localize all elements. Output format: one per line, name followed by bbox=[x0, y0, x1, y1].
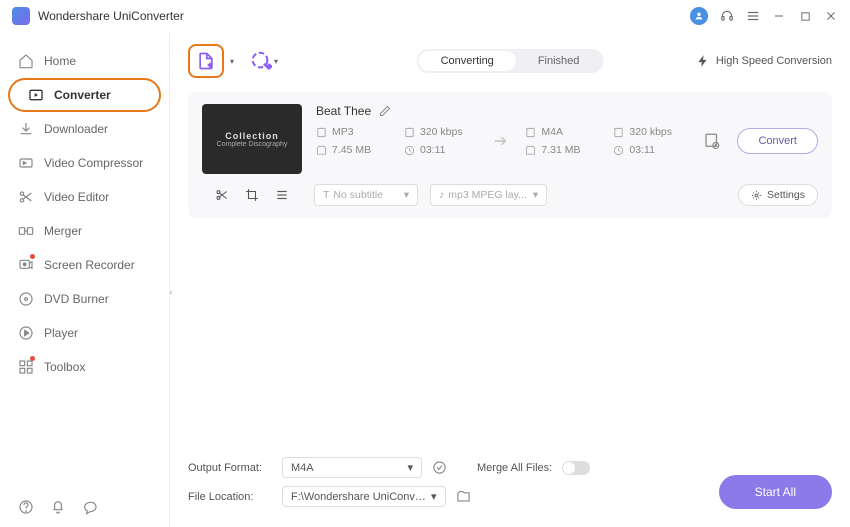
crop-icon[interactable] bbox=[245, 188, 259, 202]
sidebar-item-dvd[interactable]: DVD Burner bbox=[0, 282, 169, 316]
conversion-tabs: Converting Finished bbox=[417, 49, 604, 73]
file-card: Collection Complete Discography Beat The… bbox=[188, 92, 832, 218]
sidebar-item-label: Downloader bbox=[44, 122, 108, 136]
sidebar-item-converter[interactable]: Converter bbox=[8, 78, 161, 112]
home-icon bbox=[18, 53, 34, 69]
sidebar-item-label: Screen Recorder bbox=[44, 258, 135, 272]
add-url-dropdown[interactable]: ▾ bbox=[274, 57, 278, 66]
src-format: MP3 bbox=[316, 126, 388, 138]
titlebar: Wondershare UniConverter bbox=[0, 0, 850, 32]
notification-dot bbox=[30, 254, 35, 259]
menu-icon[interactable] bbox=[746, 9, 760, 23]
thumb-title: Collection bbox=[225, 131, 279, 141]
sidebar-item-compressor[interactable]: Video Compressor bbox=[0, 146, 169, 180]
sidebar-item-label: Home bbox=[44, 54, 76, 68]
tab-finished[interactable]: Finished bbox=[516, 51, 602, 71]
add-file-button[interactable] bbox=[188, 44, 224, 78]
gear-icon bbox=[751, 190, 762, 201]
toolbar: ▾ ▾ Converting Finished High Speed Conve… bbox=[188, 44, 832, 78]
main-panel: ▾ ▾ Converting Finished High Speed Conve… bbox=[170, 32, 850, 527]
app-logo bbox=[12, 7, 30, 25]
subtitle-icon: T bbox=[323, 189, 329, 201]
sidebar-item-home[interactable]: Home bbox=[0, 44, 169, 78]
bolt-icon bbox=[696, 54, 710, 68]
highspeed-label: High Speed Conversion bbox=[716, 55, 832, 67]
download-icon bbox=[18, 121, 34, 137]
file-thumbnail[interactable]: Collection Complete Discography bbox=[202, 104, 302, 174]
file-location-select[interactable]: F:\Wondershare UniConverter▾ bbox=[282, 486, 446, 507]
sidebar: Home Converter Downloader Video Compress… bbox=[0, 32, 170, 527]
add-url-button[interactable] bbox=[248, 48, 274, 74]
chevron-down-icon: ▾ bbox=[431, 490, 437, 503]
play-icon bbox=[18, 325, 34, 341]
src-size: 7.45 MB bbox=[316, 144, 388, 156]
minimize-button[interactable] bbox=[772, 9, 786, 23]
highspeed-toggle[interactable]: High Speed Conversion bbox=[696, 54, 832, 68]
output-format-select[interactable]: M4A▾ bbox=[282, 457, 422, 478]
thumb-subtitle: Complete Discography bbox=[217, 141, 288, 148]
tab-converting[interactable]: Converting bbox=[419, 51, 516, 71]
sidebar-item-label: Player bbox=[44, 326, 78, 340]
sidebar-item-label: Merger bbox=[44, 224, 82, 238]
maximize-button[interactable] bbox=[798, 9, 812, 23]
sidebar-item-recorder[interactable]: Screen Recorder bbox=[0, 248, 169, 282]
help-icon[interactable] bbox=[18, 499, 34, 515]
sidebar-item-toolbox[interactable]: Toolbox bbox=[0, 350, 169, 384]
sidebar-item-label: DVD Burner bbox=[44, 292, 109, 306]
dst-duration: 03:11 bbox=[613, 144, 685, 156]
add-file-icon bbox=[196, 51, 216, 71]
footer: Output Format: M4A▾ Merge All Files: Fil… bbox=[188, 457, 832, 515]
feedback-icon[interactable] bbox=[82, 499, 98, 515]
compressor-icon bbox=[18, 155, 34, 171]
chevron-down-icon: ▾ bbox=[407, 461, 413, 474]
file-settings-button[interactable]: Settings bbox=[738, 184, 818, 206]
convert-button[interactable]: Convert bbox=[737, 128, 818, 154]
preset-settings-icon[interactable] bbox=[703, 132, 721, 150]
sidebar-item-downloader[interactable]: Downloader bbox=[0, 112, 169, 146]
notification-dot bbox=[30, 356, 35, 361]
add-file-dropdown[interactable]: ▾ bbox=[230, 57, 234, 66]
sidebar-item-label: Converter bbox=[54, 88, 111, 102]
dst-bitrate: 320 kbps bbox=[613, 126, 685, 138]
edit-title-icon[interactable] bbox=[379, 105, 391, 117]
chevron-down-icon: ▾ bbox=[533, 189, 538, 201]
chevron-down-icon: ▾ bbox=[404, 189, 409, 201]
sidebar-item-label: Video Editor bbox=[44, 190, 109, 204]
merge-toggle[interactable] bbox=[562, 461, 590, 475]
recorder-icon bbox=[18, 257, 34, 273]
sidebar-item-editor[interactable]: Video Editor bbox=[0, 180, 169, 214]
grid-icon bbox=[18, 359, 34, 375]
trim-icon[interactable] bbox=[215, 188, 229, 202]
arrow-icon: ➔ bbox=[494, 131, 507, 151]
converter-icon bbox=[28, 87, 44, 103]
output-format-label: Output Format: bbox=[188, 462, 272, 474]
compress-output-icon[interactable] bbox=[432, 460, 447, 475]
app-title: Wondershare UniConverter bbox=[38, 9, 690, 23]
subtitle-select[interactable]: TNo subtitle ▾ bbox=[314, 184, 418, 206]
headset-icon[interactable] bbox=[720, 9, 734, 23]
disc-icon bbox=[18, 291, 34, 307]
file-location-label: File Location: bbox=[188, 491, 272, 503]
audio-track-select[interactable]: ♪mp3 MPEG lay... ▾ bbox=[430, 184, 547, 206]
start-all-button[interactable]: Start All bbox=[719, 475, 832, 509]
scissors-icon bbox=[18, 189, 34, 205]
effects-icon[interactable] bbox=[275, 188, 289, 202]
settings-label: Settings bbox=[767, 189, 805, 201]
bell-icon[interactable] bbox=[50, 499, 66, 515]
sidebar-item-label: Video Compressor bbox=[44, 156, 143, 170]
sidebar-item-merger[interactable]: Merger bbox=[0, 214, 169, 248]
user-avatar[interactable] bbox=[690, 7, 708, 25]
merger-icon bbox=[18, 223, 34, 239]
src-duration: 03:11 bbox=[404, 144, 476, 156]
merge-label: Merge All Files: bbox=[477, 462, 552, 474]
close-button[interactable] bbox=[824, 9, 838, 23]
sidebar-item-player[interactable]: Player bbox=[0, 316, 169, 350]
src-bitrate: 320 kbps bbox=[404, 126, 476, 138]
file-title: Beat Thee bbox=[316, 104, 371, 118]
dst-size: 7.31 MB bbox=[525, 144, 597, 156]
audio-icon: ♪ bbox=[439, 189, 444, 201]
dst-format: M4A bbox=[525, 126, 597, 138]
sidebar-item-label: Toolbox bbox=[44, 360, 85, 374]
open-folder-icon[interactable] bbox=[456, 489, 471, 504]
